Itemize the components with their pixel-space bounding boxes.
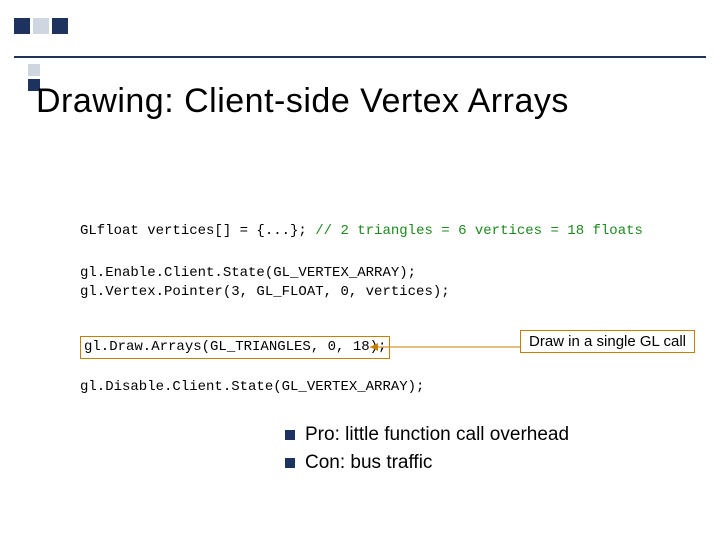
code-line-decl: GLfloat vertices[] = {...}; // 2 triangl… xyxy=(80,222,680,241)
code-text: GLfloat vertices[] = {...}; xyxy=(80,223,315,239)
code-line-disable: gl.Disable.Client.State(GL_VERTEX_ARRAY)… xyxy=(80,378,680,397)
code-text: gl.Vertex.Pointer(3, GL_FLOAT, 0, vertic… xyxy=(80,283,680,302)
annotation-box: Draw in a single GL call xyxy=(520,330,695,353)
square-icon xyxy=(33,18,49,34)
bullet-text: Pro: little function call overhead xyxy=(305,424,569,446)
bullet-icon xyxy=(285,430,295,440)
header-squares xyxy=(14,18,68,34)
highlighted-code: gl.Draw.Arrays(GL_TRIANGLES, 0, 18); xyxy=(80,336,390,359)
slide-title: Drawing: Client-side Vertex Arrays xyxy=(36,82,700,121)
square-icon xyxy=(28,64,40,76)
bullet-text: Con: bus traffic xyxy=(305,452,432,474)
list-item: Con: bus traffic xyxy=(285,452,690,474)
list-item: Pro: little function call overhead xyxy=(285,424,690,446)
square-icon xyxy=(52,18,68,34)
code-text: gl.Disable.Client.State(GL_VERTEX_ARRAY)… xyxy=(80,378,680,397)
bullet-list: Pro: little function call overhead Con: … xyxy=(285,424,690,480)
code-text: gl.Enable.Client.State(GL_VERTEX_ARRAY); xyxy=(80,264,680,283)
code-comment: // 2 triangles = 6 vertices = 18 floats xyxy=(315,223,643,239)
header-divider xyxy=(14,56,706,58)
square-icon xyxy=(14,18,30,34)
code-line-setup: gl.Enable.Client.State(GL_VERTEX_ARRAY);… xyxy=(80,264,680,302)
bullet-icon xyxy=(285,458,295,468)
